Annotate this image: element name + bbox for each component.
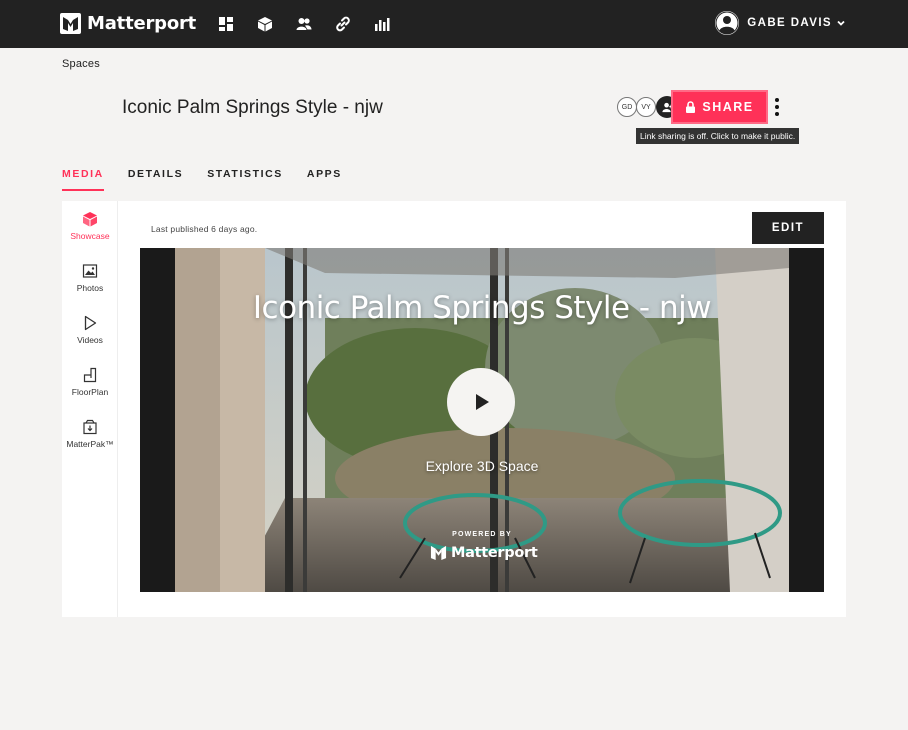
cube-icon xyxy=(83,212,97,227)
play-icon xyxy=(84,315,97,331)
media-panel: Showcase Photos Videos FloorPlan MatterP… xyxy=(62,201,846,617)
package-icon xyxy=(83,419,97,435)
collaborator-chip[interactable]: GD xyxy=(617,97,637,117)
tab-apps[interactable]: APPS xyxy=(307,168,342,191)
page-title: Iconic Palm Springs Style - njw xyxy=(122,97,383,118)
share-button[interactable]: SHARE xyxy=(671,90,768,124)
sidebar-item-showcase[interactable]: Showcase xyxy=(62,211,118,241)
more-options-button[interactable] xyxy=(772,97,782,117)
showcase-player[interactable]: Iconic Palm Springs Style - njw Explore … xyxy=(140,248,824,592)
more-icon xyxy=(775,98,779,102)
collaborator-chip[interactable]: VY xyxy=(636,97,656,117)
media-sidebar: Showcase Photos Videos FloorPlan MatterP… xyxy=(62,201,118,617)
top-bar: Matterport GABE DAVIS xyxy=(0,0,908,48)
cube-icon[interactable] xyxy=(255,14,275,34)
share-tooltip: Link sharing is off. Click to make it pu… xyxy=(636,128,800,144)
sidebar-item-matterpak[interactable]: MatterPak™ xyxy=(62,419,118,449)
player-title: Iconic Palm Springs Style - njw xyxy=(252,290,712,326)
sidebar-item-label: MatterPak™ xyxy=(66,439,114,449)
tab-bar: MEDIA DETAILS STATISTICS APPS xyxy=(62,168,366,191)
powered-by-brand: Matterport xyxy=(451,544,538,561)
play-button[interactable] xyxy=(447,368,515,436)
floorplan-icon xyxy=(83,367,97,383)
breadcrumb[interactable]: Spaces xyxy=(62,58,100,70)
share-label: SHARE xyxy=(702,100,754,114)
image-icon xyxy=(82,264,98,278)
chart-icon[interactable] xyxy=(372,14,392,34)
chevron-down-icon xyxy=(837,20,845,26)
sidebar-item-photos[interactable]: Photos xyxy=(62,263,118,293)
more-icon-dot xyxy=(775,112,779,116)
powered-by-logo: Matterport xyxy=(430,544,538,561)
sidebar-item-label: FloorPlan xyxy=(71,387,109,397)
user-menu[interactable]: GABE DAVIS xyxy=(715,11,846,35)
main-nav xyxy=(216,14,411,34)
matterport-logo-icon xyxy=(60,12,81,34)
tab-statistics[interactable]: STATISTICS xyxy=(207,168,283,191)
sidebar-item-floorplan[interactable]: FloorPlan xyxy=(62,367,118,397)
powered-by-label: POWERED BY xyxy=(452,531,512,538)
last-published-text: Last published 6 days ago. xyxy=(151,224,258,234)
tab-media[interactable]: MEDIA xyxy=(62,168,104,191)
edit-button[interactable]: EDIT xyxy=(752,212,824,244)
avatar xyxy=(715,11,740,35)
link-icon[interactable] xyxy=(333,14,353,34)
more-icon-dot xyxy=(775,105,779,109)
collaborator-list: GD VY xyxy=(617,96,678,118)
sidebar-item-videos[interactable]: Videos xyxy=(62,315,118,345)
dashboard-icon[interactable] xyxy=(216,14,236,34)
explore-label: Explore 3D Space xyxy=(425,458,539,474)
sidebar-item-label: Showcase xyxy=(70,231,110,241)
lock-icon xyxy=(686,101,696,113)
users-icon[interactable] xyxy=(294,14,314,34)
user-name: GABE DAVIS xyxy=(747,17,832,29)
sidebar-item-label: Photos xyxy=(76,283,104,293)
matterport-logo-icon xyxy=(430,545,447,561)
play-icon xyxy=(476,394,489,410)
matterport-logo[interactable]: Matterport xyxy=(60,12,196,34)
tab-details[interactable]: DETAILS xyxy=(128,168,183,191)
sidebar-item-label: Videos xyxy=(77,335,103,345)
brand-name: Matterport xyxy=(87,12,197,34)
